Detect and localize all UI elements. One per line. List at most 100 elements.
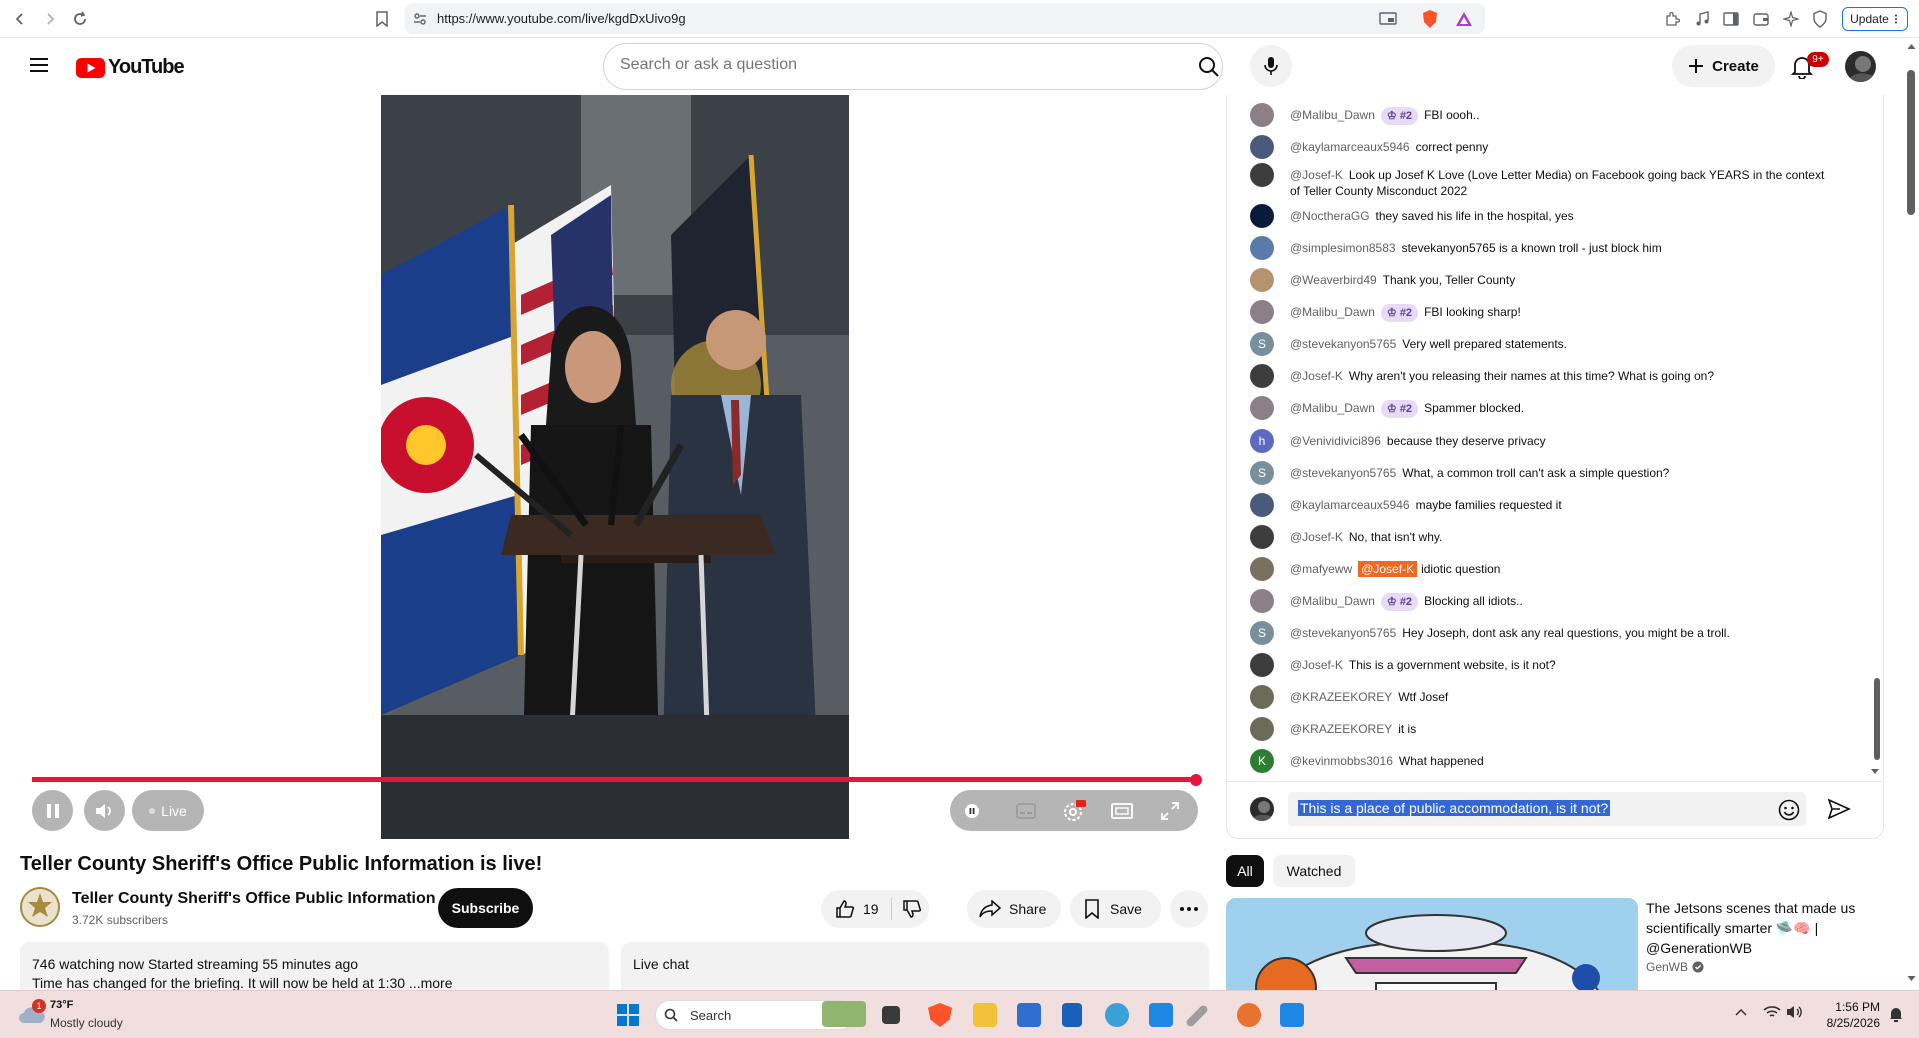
chat-scrollbar-thumb[interactable] [1874,678,1880,760]
fullscreen-icon[interactable] [1160,801,1180,821]
chat-input-value[interactable]: This is a place of public accommodation,… [1298,800,1611,816]
voice-search-button[interactable] [1250,45,1292,87]
account-avatar[interactable] [1845,51,1876,82]
more-actions-button[interactable] [1170,890,1208,928]
chat-author-name[interactable]: @stevekanyon5765 [1290,337,1396,351]
taskbar-search-icon [664,1008,678,1022]
save-button[interactable]: Save [1070,890,1161,928]
file-explorer-icon[interactable] [973,1003,997,1027]
crown-icon: ♔ [1386,110,1400,122]
chat-author-name[interactable]: @Josef-K [1290,530,1343,544]
notification-center-icon[interactable] [1889,1005,1903,1023]
send-icon[interactable] [1827,798,1851,820]
progress-bar[interactable] [32,777,1198,782]
recommended-video-thumbnail[interactable] [1226,898,1638,1004]
tray-chevron-icon[interactable] [1735,1008,1747,1016]
update-button[interactable]: Update [1842,7,1908,31]
chat-author-name[interactable]: @KRAZEEKOREY [1290,690,1392,704]
live-indicator[interactable]: Live [132,790,204,831]
chat-author-avatar: S [1250,461,1274,485]
terminal-icon[interactable] [1017,1003,1041,1027]
subscribe-button[interactable]: Subscribe [438,888,533,928]
theater-mode-icon[interactable] [1111,803,1133,819]
chat-author-name[interactable]: @Venividivici896 [1290,434,1381,448]
chat-author-name[interactable]: @KRAZEEKOREY [1290,722,1392,736]
page-scroll-down-icon[interactable] [1907,975,1916,982]
chat-mention[interactable]: @Josef-K [1358,561,1418,577]
edge-icon[interactable] [1105,1003,1129,1027]
notepad-icon[interactable] [1062,1003,1082,1027]
page-scroll-up-icon[interactable] [1907,43,1916,50]
windows-taskbar [0,990,1919,1038]
chat-author-name[interactable]: @kevinmobbs3016 [1290,754,1393,768]
extensions-icon[interactable] [1662,9,1682,29]
clock-date[interactable]: 8/25/2026 [1818,1016,1880,1030]
task-view-icon[interactable] [882,1006,900,1024]
chat-author-name[interactable]: @simplesimon8583 [1290,241,1396,255]
search-input[interactable] [620,56,1140,74]
weather-description: Mostly cloudy [50,1016,123,1030]
chat-scroll-down-icon[interactable] [1870,768,1880,776]
youtube-logo[interactable]: YouTube [76,56,185,79]
leo-ai-icon[interactable] [1781,9,1801,29]
forward-icon[interactable] [40,9,60,29]
media-icon[interactable] [1692,9,1712,29]
dislike-button[interactable] [892,899,922,919]
brave-rewards-icon[interactable] [1454,9,1474,29]
chat-author-name[interactable]: @stevekanyon5765 [1290,466,1396,480]
chat-author-name[interactable]: @Josef-K [1290,369,1343,383]
chat-message-text: idiotic question [1421,562,1501,576]
speaker-icon[interactable] [1786,1005,1804,1019]
sidebar-icon[interactable] [1721,9,1741,29]
channel-name[interactable]: Teller County Sheriff's Office Public In… [72,890,436,908]
subtitles-icon[interactable] [1016,803,1036,819]
chat-message-text: Wtf Josef [1398,690,1449,704]
vscode-icon[interactable] [1280,1003,1304,1027]
search-icon[interactable] [1198,56,1220,78]
wifi-icon[interactable] [1763,1005,1781,1019]
pause-button[interactable] [32,790,73,831]
recommended-video-channel[interactable]: GenWB [1646,960,1704,974]
like-button[interactable]: 19 [821,899,891,919]
chat-author-name[interactable]: @kaylamarceaux5946 [1290,140,1410,154]
chat-message-body: @Josef-K Look up Josef K Love (Love Lette… [1290,167,1830,199]
chat-author-name[interactable]: @Malibu_Dawn [1290,305,1375,319]
clock-time[interactable]: 1:56 PM [1832,1000,1880,1014]
page-scrollbar-thumb[interactable] [1907,70,1915,215]
bookmark-icon[interactable] [372,9,392,29]
video-frame[interactable] [381,95,849,839]
progress-scrubber[interactable] [1190,774,1202,786]
brave-shields-icon[interactable] [1420,9,1440,29]
chat-author-name[interactable]: @stevekanyon5765 [1290,626,1396,640]
chip-all[interactable]: All [1226,855,1264,887]
chat-author-name[interactable]: @mafyeww [1290,562,1352,576]
reload-icon[interactable] [70,9,90,29]
chat-author-name[interactable]: @kaylamarceaux5946 [1290,498,1410,512]
channel-avatar[interactable] [20,887,60,927]
vpn-icon[interactable] [1810,9,1830,29]
photos-icon[interactable] [1149,1003,1173,1027]
chat-author-name[interactable]: @Malibu_Dawn [1290,594,1375,608]
chat-author-name[interactable]: @Weaverbird49 [1290,273,1377,287]
chat-author-name[interactable]: @Malibu_Dawn [1290,108,1375,122]
chat-scrollbar-track[interactable] [1873,96,1881,774]
start-icon[interactable] [617,1004,639,1026]
site-settings-icon[interactable] [410,9,430,29]
emoji-icon[interactable] [1778,799,1800,821]
recommended-video-title[interactable]: The Jetsons scenes that made us scientif… [1646,898,1886,958]
claude-icon[interactable] [1237,1003,1261,1027]
chat-author-name[interactable]: @NoctheraGG [1290,209,1370,223]
cast-icon[interactable] [1378,9,1398,29]
wallet-icon[interactable] [1751,9,1771,29]
chat-author-name[interactable]: @Josef-K [1290,168,1343,182]
chip-watched[interactable]: Watched [1273,855,1355,887]
volume-button[interactable] [84,790,125,831]
autoplay-toggle-icon[interactable] [964,803,980,819]
settings-icon[interactable] [1062,800,1086,822]
back-icon[interactable] [10,9,30,29]
create-button[interactable]: Create [1672,45,1775,87]
share-button[interactable]: Share [967,890,1061,928]
chat-author-name[interactable]: @Malibu_Dawn [1290,401,1375,415]
menu-icon[interactable] [30,57,50,73]
chat-author-name[interactable]: @Josef-K [1290,658,1343,672]
